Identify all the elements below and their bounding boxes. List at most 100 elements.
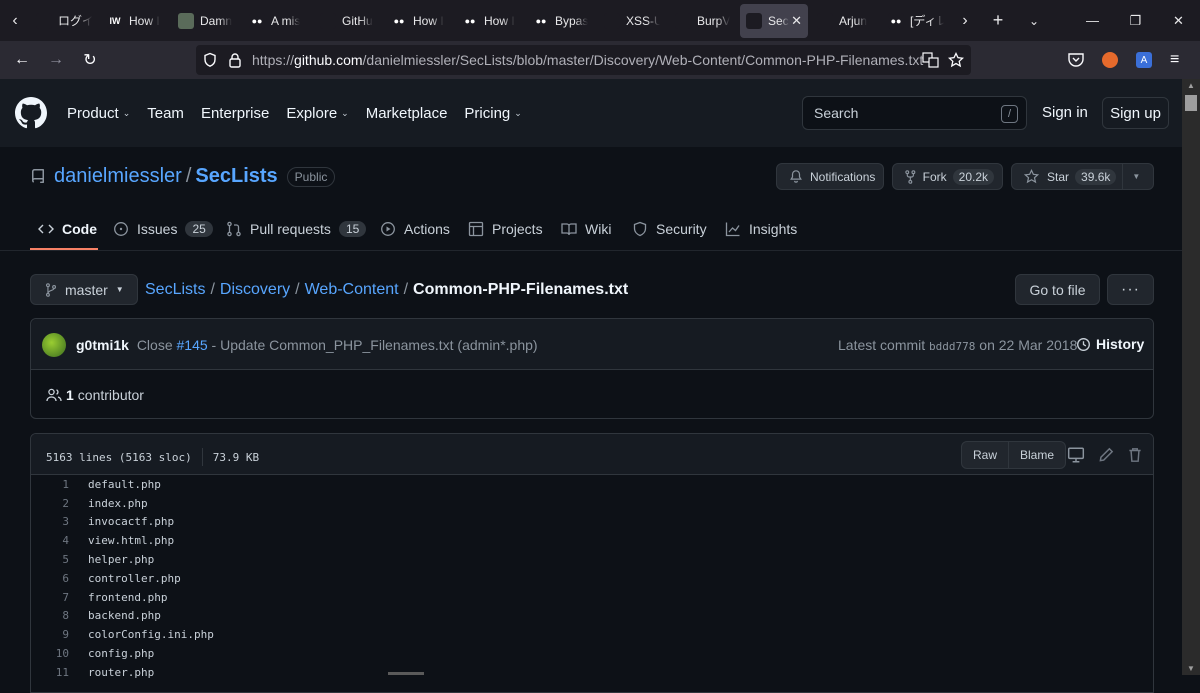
back-icon[interactable]: ← bbox=[5, 43, 39, 77]
browser-tab[interactable]: BurpV bbox=[669, 4, 737, 38]
repo-owner-link[interactable]: danielmiessler bbox=[54, 165, 182, 188]
line-number[interactable]: 8 bbox=[31, 609, 69, 622]
avatar[interactable] bbox=[42, 333, 66, 357]
notifications-button[interactable]: Notifications bbox=[776, 163, 884, 190]
new-tab-icon[interactable]: + bbox=[980, 0, 1016, 41]
tab-security[interactable]: Security bbox=[632, 207, 707, 251]
tabs-scroll-left-icon[interactable]: ‹ bbox=[0, 0, 30, 41]
scroll-thumb[interactable] bbox=[1185, 95, 1197, 111]
latest-commit-box: g0tmi1k Close #145 - Update Common_PHP_F… bbox=[30, 318, 1154, 419]
extension-fox-icon[interactable] bbox=[1102, 52, 1118, 68]
tab-code[interactable]: Code bbox=[38, 207, 97, 251]
tabs-scroll-right-icon[interactable]: › bbox=[950, 0, 980, 41]
extension-translate-icon[interactable]: A bbox=[1136, 52, 1152, 68]
forward-icon[interactable]: → bbox=[39, 43, 73, 77]
commit-msg-pre[interactable]: Close bbox=[137, 337, 173, 353]
star-label: Star bbox=[1047, 169, 1070, 184]
scroll-down-icon[interactable]: ▼ bbox=[1187, 664, 1195, 673]
repo-title-separator: / bbox=[185, 165, 192, 187]
line-number[interactable]: 1 bbox=[31, 478, 69, 491]
star-icon bbox=[1024, 169, 1039, 184]
nav-enterprise[interactable]: Enterprise bbox=[201, 105, 269, 122]
tab-actions[interactable]: Actions bbox=[380, 207, 450, 251]
tab-wiki[interactable]: Wiki bbox=[561, 207, 611, 251]
browser-tab[interactable]: Damn bbox=[172, 4, 240, 38]
scroll-up-icon[interactable]: ▲ bbox=[1187, 81, 1195, 90]
list-tabs-icon[interactable]: ⌄ bbox=[1016, 0, 1052, 41]
reload-icon[interactable]: ↻ bbox=[73, 43, 107, 77]
line-number[interactable]: 7 bbox=[31, 591, 69, 604]
raw-button[interactable]: Raw bbox=[962, 442, 1008, 468]
line-number[interactable]: 2 bbox=[31, 497, 69, 510]
lock-icon[interactable] bbox=[228, 52, 242, 68]
browser-tab[interactable]: XSS-U bbox=[598, 4, 666, 38]
url-bar[interactable]: https://github.com/danielmiessler/SecLis… bbox=[196, 45, 971, 75]
nav-pricing[interactable]: Pricing ⌄ bbox=[464, 105, 521, 122]
tab-issues[interactable]: Issues 25 bbox=[113, 207, 213, 251]
line-number[interactable]: 6 bbox=[31, 572, 69, 585]
translate-icon[interactable] bbox=[922, 52, 939, 68]
code-icon bbox=[38, 224, 54, 234]
browser-tab[interactable]: ●● How I bbox=[456, 4, 524, 38]
go-to-file-button[interactable]: Go to file bbox=[1015, 274, 1100, 305]
nav-product[interactable]: Product ⌄ bbox=[67, 105, 130, 122]
bookmark-star-icon[interactable] bbox=[948, 52, 964, 68]
page-scrollbar[interactable]: ▲ ▼ bbox=[1182, 79, 1200, 675]
history-link[interactable]: History bbox=[1076, 336, 1144, 352]
close-tab-icon[interactable]: ✕ bbox=[791, 13, 802, 29]
line-number[interactable]: 4 bbox=[31, 534, 69, 547]
browser-tab[interactable]: Sec ✕ bbox=[740, 3, 808, 38]
tab-insights[interactable]: Insights bbox=[725, 207, 797, 251]
browser-tab[interactable]: Arjun bbox=[811, 4, 879, 38]
commit-sha-link[interactable]: bddd778 bbox=[929, 340, 975, 353]
repo-name-link[interactable]: SecLists bbox=[195, 165, 277, 188]
browser-tab[interactable]: ●● How I bbox=[385, 4, 453, 38]
caret-down-icon: ▼ bbox=[115, 285, 124, 294]
minimize-icon[interactable]: — bbox=[1071, 0, 1114, 41]
tab-pull-requests[interactable]: Pull requests 15 bbox=[226, 207, 367, 251]
close-window-icon[interactable]: ✕ bbox=[1157, 0, 1200, 41]
tab-favicon-icon bbox=[746, 12, 762, 29]
breadcrumb-link[interactable]: Web-Content bbox=[305, 281, 399, 298]
search-input[interactable]: Search / bbox=[802, 96, 1027, 130]
browser-tab[interactable]: ●● [ディレ bbox=[882, 4, 950, 38]
github-logo-icon[interactable] bbox=[15, 97, 47, 129]
branch-select-button[interactable]: master ▼ bbox=[30, 274, 138, 305]
pencil-icon[interactable] bbox=[1097, 446, 1115, 464]
breadcrumb-link[interactable]: Discovery bbox=[220, 281, 290, 298]
sign-up-button[interactable]: Sign up bbox=[1102, 97, 1169, 129]
nav-explore[interactable]: Explore ⌄ bbox=[286, 105, 348, 122]
browser-tab[interactable]: ログイン bbox=[30, 4, 98, 38]
more-options-button[interactable]: ··· bbox=[1107, 274, 1154, 305]
fork-button[interactable]: Fork 20.2k bbox=[892, 163, 1003, 190]
desktop-icon[interactable] bbox=[1067, 446, 1085, 464]
pocket-icon[interactable] bbox=[1068, 53, 1084, 67]
shield-icon[interactable] bbox=[202, 52, 218, 68]
tab-title: GitHu bbox=[342, 13, 373, 28]
browser-tab[interactable]: IW How I bbox=[101, 4, 169, 38]
blame-button[interactable]: Blame bbox=[1008, 442, 1065, 468]
browser-tab[interactable]: ●● A mis bbox=[243, 4, 311, 38]
browser-tab[interactable]: ●● Bypas bbox=[527, 4, 595, 38]
tab-projects[interactable]: Projects bbox=[468, 207, 543, 251]
commit-msg-post[interactable]: - Update Common_PHP_Filenames.txt (admin… bbox=[212, 337, 538, 353]
nav-marketplace[interactable]: Marketplace bbox=[366, 105, 448, 122]
browser-tab[interactable]: GitHu bbox=[314, 4, 382, 38]
nav-team[interactable]: Team bbox=[147, 105, 184, 122]
breadcrumb-link[interactable]: SecLists bbox=[145, 281, 205, 298]
commit-author-link[interactable]: g0tmi1k bbox=[76, 337, 129, 353]
pr-link[interactable]: #145 bbox=[177, 337, 208, 353]
trash-icon[interactable] bbox=[1126, 446, 1144, 464]
code-line: 10 config.php bbox=[31, 644, 1153, 663]
star-button[interactable]: Star 39.6k ▼ bbox=[1011, 163, 1154, 190]
contributors-link[interactable]: 1 contributor bbox=[46, 387, 144, 403]
menu-icon[interactable]: ≡ bbox=[1170, 51, 1179, 69]
line-number[interactable]: 3 bbox=[31, 515, 69, 528]
star-dropdown-icon[interactable]: ▼ bbox=[1122, 164, 1149, 189]
line-number[interactable]: 11 bbox=[31, 666, 69, 679]
line-number[interactable]: 5 bbox=[31, 553, 69, 566]
sign-in-link[interactable]: Sign in bbox=[1042, 104, 1088, 121]
restore-icon[interactable]: ❐ bbox=[1114, 0, 1157, 41]
line-number[interactable]: 9 bbox=[31, 628, 69, 641]
line-number[interactable]: 10 bbox=[31, 647, 69, 660]
